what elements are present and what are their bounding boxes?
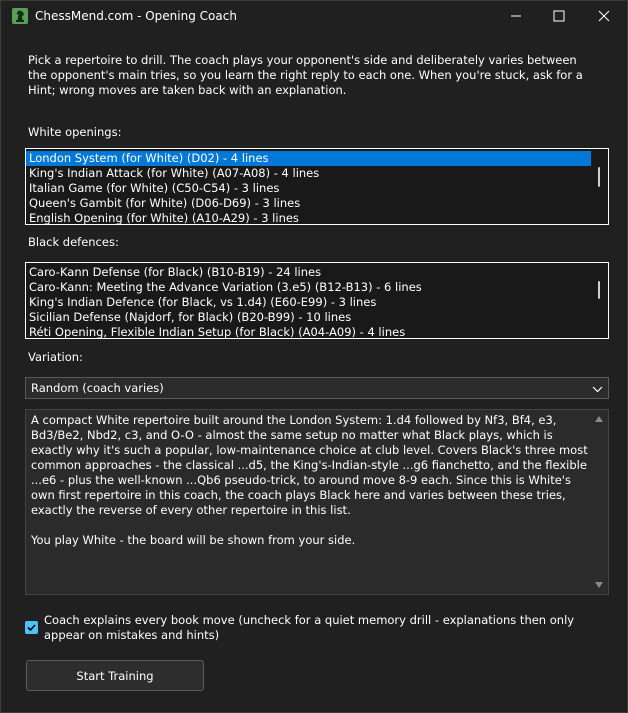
white-openings-label: White openings: — [28, 125, 122, 139]
close-button[interactable] — [581, 1, 627, 31]
scroll-up-arrow-icon[interactable] — [595, 416, 603, 422]
opening-coach-window: ChessMend.com - Opening Coach Pick a rep… — [0, 0, 628, 713]
title-bar[interactable]: ChessMend.com - Opening Coach — [1, 1, 627, 31]
chevron-down-icon — [592, 383, 603, 397]
description-paragraph: You play White - the board will be shown… — [31, 533, 356, 547]
close-icon — [598, 10, 610, 22]
list-item[interactable]: Réti Opening, Flexible Indian Setup (for… — [26, 325, 591, 338]
list-item[interactable]: Caro-Kann Defense (for Black) (B10-B19) … — [26, 265, 591, 280]
scroll-down-arrow-icon[interactable] — [595, 582, 603, 588]
explain-moves-label[interactable]: Coach explains every book move (uncheck … — [44, 613, 604, 643]
minimize-button[interactable] — [493, 1, 539, 31]
list-item[interactable]: Sicilian Defense (Najdorf, for Black) (B… — [26, 310, 591, 325]
black-defences-label: Black defences: — [28, 235, 119, 249]
description-text: A compact White repertoire built around … — [31, 413, 588, 563]
scrollbar-thumb[interactable] — [598, 167, 600, 187]
window-title: ChessMend.com - Opening Coach — [35, 9, 237, 23]
list-item[interactable]: King's Indian Attack (for White) (A07-A0… — [26, 166, 591, 181]
description-scrollbar[interactable] — [591, 410, 608, 594]
variation-select[interactable]: Random (coach varies) — [25, 377, 609, 399]
explain-moves-checkbox[interactable] — [25, 621, 38, 634]
black-defences-list[interactable]: Caro-Kann Defense (for Black) (B10-B19) … — [25, 262, 609, 339]
variation-label: Variation: — [28, 350, 83, 364]
scrollbar-thumb[interactable] — [598, 281, 600, 299]
list-item[interactable]: English Opening (for White) (A10-A29) - … — [26, 211, 591, 224]
list-scrollbar[interactable] — [594, 265, 606, 336]
list-item[interactable]: London System (for White) (D02) - 4 line… — [26, 151, 591, 166]
opening-description[interactable]: A compact White repertoire built around … — [25, 409, 609, 595]
list-item[interactable]: King's Indian Defence (for Black, vs 1.d… — [26, 295, 591, 310]
description-paragraph: A compact White repertoire built around … — [31, 413, 588, 517]
checkmark-icon — [27, 624, 36, 632]
intro-text: Pick a repertoire to drill. The coach pl… — [28, 53, 583, 97]
white-openings-list[interactable]: London System (for White) (D02) - 4 line… — [25, 148, 609, 225]
maximize-icon — [553, 10, 565, 22]
list-item[interactable]: Queen's Gambit (for White) (D06-D69) - 3… — [26, 196, 591, 211]
chess-knight-icon — [12, 8, 28, 24]
list-item[interactable]: Caro-Kann: Meeting the Advance Variation… — [26, 280, 591, 295]
list-scrollbar[interactable] — [594, 151, 606, 222]
minimize-icon — [511, 15, 521, 17]
variation-selected-value: Random (coach varies) — [31, 381, 164, 395]
maximize-button[interactable] — [536, 1, 582, 31]
list-item[interactable]: Italian Game (for White) (C50-C54) - 3 l… — [26, 181, 591, 196]
start-training-button[interactable]: Start Training — [26, 660, 204, 691]
